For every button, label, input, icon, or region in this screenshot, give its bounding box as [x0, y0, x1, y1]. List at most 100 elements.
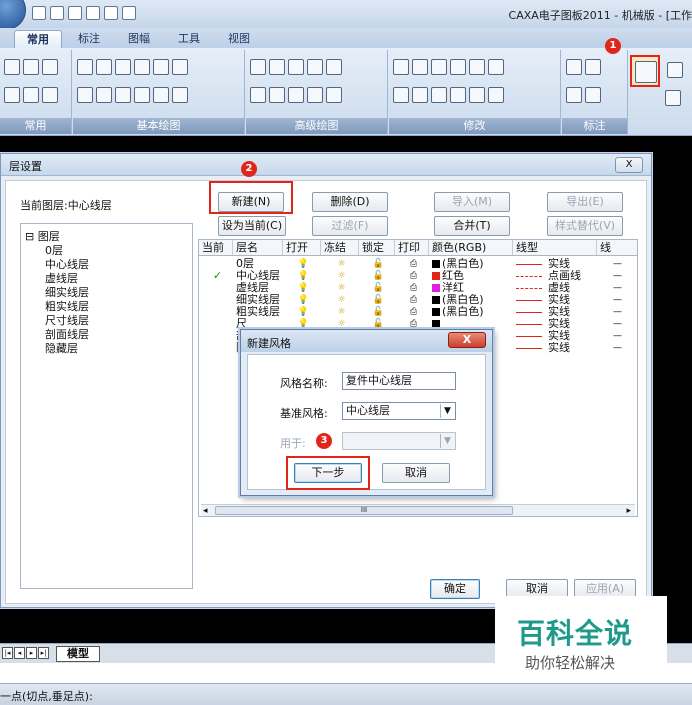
use-for-select[interactable]: ▼ — [342, 432, 456, 450]
delete-icon[interactable] — [4, 87, 20, 103]
extend-icon[interactable] — [431, 87, 447, 103]
edit-dimension-icon[interactable] — [585, 87, 601, 103]
sun-icon[interactable]: ☼ — [321, 306, 359, 318]
col-linetype[interactable]: 线型 — [513, 240, 597, 255]
pattern-icon[interactable] — [326, 59, 342, 75]
horizontal-scrollbar[interactable]: ◂ III ▸ — [201, 504, 635, 516]
table-row[interactable]: 细实线层 💡 ☼ 🔓 ⎙ (黑白色) 实线 — — [199, 294, 637, 306]
new-layer-button[interactable]: 新建(N) — [218, 192, 284, 212]
redo-icon[interactable] — [122, 6, 136, 20]
new-style-cancel-button[interactable]: 取消 — [382, 463, 450, 483]
row-color[interactable]: (黑白色) — [429, 294, 513, 306]
last-tab-icon[interactable]: ▸| — [38, 647, 49, 659]
col-lock[interactable]: 锁定 — [359, 240, 395, 255]
set-current-button[interactable]: 设为当前(C) — [218, 216, 286, 236]
hexagon-icon[interactable] — [250, 87, 266, 103]
table-row[interactable]: ✓ 中心线层 💡 ☼ 🔓 ⎙ 红色 点画线 — — [199, 270, 637, 282]
row-color[interactable]: 红色 — [429, 270, 513, 282]
col-name[interactable]: 层名 — [233, 240, 283, 255]
unlock-icon[interactable]: 🔓 — [359, 306, 395, 318]
printer-icon[interactable]: ⎙ — [395, 294, 429, 306]
row-linetype[interactable]: 虚线 — [513, 282, 597, 294]
gear-profile-icon[interactable] — [326, 87, 342, 103]
light-bulb-icon[interactable] — [667, 62, 683, 78]
tab-common[interactable]: 常用 — [14, 30, 62, 48]
row-linetype[interactable]: 实线 — [513, 330, 597, 342]
light-bulb-icon[interactable]: 💡 — [283, 258, 321, 270]
col-current[interactable]: 当前 — [199, 240, 233, 255]
open-file-icon[interactable] — [50, 6, 64, 20]
tree-item[interactable]: 隐藏层 — [45, 340, 78, 356]
style-name-input[interactable]: 复件中心线层 — [342, 372, 456, 390]
line-weight-icon[interactable]: — — [597, 330, 635, 342]
fillet-icon[interactable] — [469, 87, 485, 103]
layer-icon[interactable] — [42, 59, 58, 75]
table-icon[interactable] — [153, 87, 169, 103]
new-file-icon[interactable] — [32, 6, 46, 20]
row-linetype[interactable]: 点画线 — [513, 270, 597, 282]
tab-tools[interactable]: 工具 — [166, 30, 212, 48]
sun-icon[interactable]: ☼ — [321, 270, 359, 282]
first-tab-icon[interactable]: |◂ — [2, 647, 13, 659]
col-lineweight[interactable]: 线 — [597, 240, 635, 255]
line-weight-icon[interactable]: — — [597, 270, 635, 282]
filter-button[interactable]: 过滤(F) — [312, 216, 388, 236]
dimension-icon[interactable] — [566, 59, 582, 75]
brush-icon[interactable] — [42, 87, 58, 103]
polygon-icon[interactable] — [307, 59, 323, 75]
rectangle-icon[interactable] — [153, 59, 169, 75]
close-icon[interactable]: X — [448, 332, 486, 348]
tab-annotation[interactable]: 标注 — [66, 30, 112, 48]
copy-icon[interactable] — [431, 59, 447, 75]
scroll-left-icon[interactable]: ◂ — [203, 506, 208, 516]
circle-icon[interactable] — [115, 59, 131, 75]
export-button[interactable]: 导出(E) — [547, 192, 623, 212]
hatch-icon[interactable] — [115, 87, 131, 103]
next-tab-icon[interactable]: ▸ — [26, 647, 37, 659]
ok-button[interactable]: 确定 — [430, 579, 480, 599]
model-tab[interactable]: 模型 — [56, 646, 100, 662]
line-weight-icon[interactable] — [665, 90, 681, 106]
row-linetype[interactable]: 实线 — [513, 258, 597, 270]
style-replace-button[interactable]: 样式替代(V) — [547, 216, 623, 236]
erase-icon[interactable] — [393, 59, 409, 75]
centerline-icon[interactable] — [96, 87, 112, 103]
row-color[interactable]: (黑白色) — [429, 306, 513, 318]
scroll-right-icon[interactable]: ▸ — [626, 506, 631, 516]
tab-view[interactable]: 视图 — [216, 30, 262, 48]
next-step-button[interactable]: 下一步 — [294, 463, 362, 483]
array-icon[interactable] — [488, 59, 504, 75]
col-print[interactable]: 打印 — [395, 240, 429, 255]
row-linetype[interactable]: 实线 — [513, 294, 597, 306]
mirror-icon[interactable] — [450, 59, 466, 75]
printer-icon[interactable]: ⎙ — [395, 282, 429, 294]
row-color[interactable]: (黑白色) — [429, 258, 513, 270]
sun-icon[interactable]: ☼ — [321, 294, 359, 306]
merge-button[interactable]: 合并(T) — [434, 216, 510, 236]
unlock-icon[interactable]: 🔓 — [359, 270, 395, 282]
layer-settings-button[interactable] — [630, 55, 660, 87]
delete-layer-button[interactable]: 删除(D) — [312, 192, 388, 212]
col-open[interactable]: 打开 — [283, 240, 321, 255]
line-weight-icon[interactable]: — — [597, 294, 635, 306]
light-bulb-icon[interactable]: 💡 — [283, 282, 321, 294]
printer-icon[interactable]: ⎙ — [395, 306, 429, 318]
properties-icon[interactable] — [4, 59, 20, 75]
light-bulb-icon[interactable]: 💡 — [283, 294, 321, 306]
dimension-style-icon[interactable] — [585, 59, 601, 75]
printer-icon[interactable]: ⎙ — [395, 270, 429, 282]
wave-icon[interactable] — [269, 87, 285, 103]
move-icon[interactable] — [412, 59, 428, 75]
save-icon[interactable] — [68, 6, 82, 20]
parallel-line-icon[interactable] — [96, 59, 112, 75]
collapse-icon[interactable]: ⊟ — [25, 230, 34, 243]
row-linetype[interactable]: 实线 — [513, 306, 597, 318]
light-bulb-icon[interactable]: 💡 — [283, 270, 321, 282]
break-line-icon[interactable] — [307, 87, 323, 103]
arc-icon[interactable] — [134, 59, 150, 75]
table-row[interactable]: 虚线层 💡 ☼ 🔓 ⎙ 洋红 虚线 — — [199, 282, 637, 294]
sun-icon[interactable]: ☼ — [321, 282, 359, 294]
table-row[interactable]: 粗实线层 💡 ☼ 🔓 ⎙ (黑白色) 实线 — — [199, 306, 637, 318]
point-icon[interactable] — [269, 59, 285, 75]
scroll-thumb[interactable]: III — [215, 506, 513, 515]
